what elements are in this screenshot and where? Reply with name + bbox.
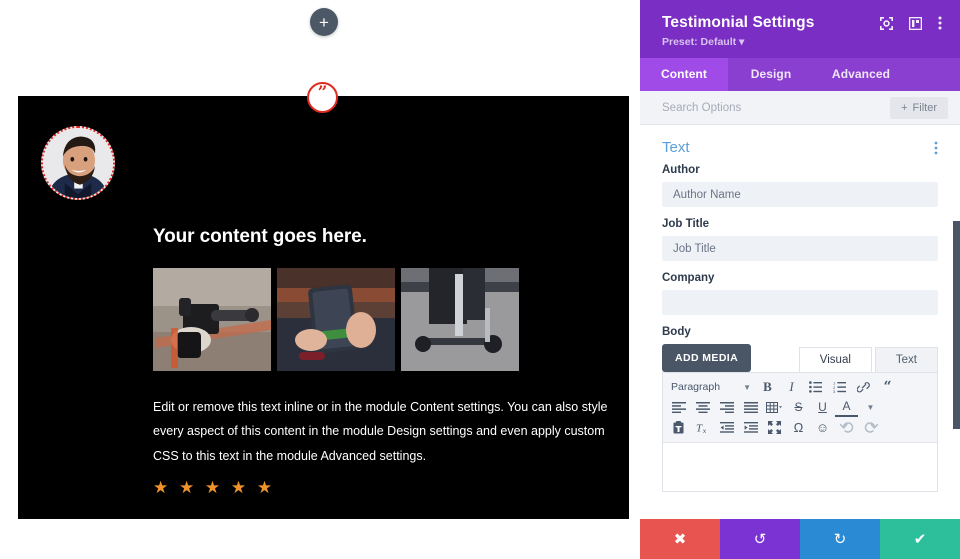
section-text-header: Text bbox=[662, 125, 938, 164]
testimonial-avatar[interactable] bbox=[41, 126, 115, 200]
field-job-title: Job Title bbox=[662, 218, 938, 261]
text-color-dropdown-icon[interactable]: ▼ bbox=[859, 397, 882, 417]
panel-header: Testimonial Settings Preset: Default ▾ bbox=[640, 0, 960, 58]
field-body-label: Body bbox=[662, 326, 691, 338]
testimonial-image-1[interactable] bbox=[153, 268, 271, 371]
kebab-menu-icon[interactable] bbox=[938, 16, 942, 30]
outdent-icon[interactable] bbox=[715, 417, 738, 437]
blockquote-icon[interactable]: “ bbox=[876, 377, 899, 397]
field-author-label: Author bbox=[662, 164, 700, 176]
search-input[interactable]: Search Options bbox=[662, 102, 741, 114]
job-title-input[interactable] bbox=[662, 236, 938, 261]
testimonial-star-rating: ★ ★ ★ ★ ★ bbox=[153, 478, 276, 498]
clear-formatting-icon[interactable]: Tx bbox=[691, 417, 714, 437]
align-right-icon[interactable] bbox=[715, 397, 738, 417]
layout-panel-icon[interactable] bbox=[909, 16, 922, 30]
text-color-icon[interactable]: A bbox=[835, 397, 858, 417]
editor-top-bar: ADD MEDIA Visual Text bbox=[662, 344, 938, 372]
panel-tabs: Content Design Advanced bbox=[640, 58, 960, 91]
preset-selector[interactable]: Preset: Default ▾ bbox=[662, 36, 942, 48]
svg-text:3: 3 bbox=[833, 389, 836, 393]
paste-as-text-icon[interactable] bbox=[667, 417, 690, 437]
editor-content-area[interactable] bbox=[663, 443, 937, 491]
focus-icon[interactable] bbox=[880, 16, 893, 30]
builder-canvas: + Your content goes here. Edit or remove… bbox=[0, 0, 640, 559]
field-job-title-label: Job Title bbox=[662, 218, 710, 230]
redo-button[interactable]: ↻ bbox=[800, 519, 880, 559]
align-center-icon[interactable] bbox=[691, 397, 714, 417]
format-select[interactable]: Paragraph ▼ bbox=[667, 377, 755, 397]
testimonial-content: Your content goes here. Edit or remove t… bbox=[153, 226, 633, 498]
undo-icon: ↺ bbox=[753, 531, 767, 548]
tab-visual[interactable]: Visual bbox=[798, 347, 872, 372]
toolbar-row-3: Tx Ω ☺ bbox=[667, 417, 933, 437]
svg-text:x: x bbox=[703, 429, 706, 434]
testimonial-body-text[interactable]: Edit or remove this text inline or in th… bbox=[153, 395, 625, 468]
panel-footer: ✖ ↺ ↻ ✔ bbox=[640, 519, 960, 559]
emoji-icon[interactable]: ☺ bbox=[811, 417, 834, 437]
svg-text:T: T bbox=[696, 422, 703, 433]
cancel-button[interactable]: ✖ bbox=[640, 519, 720, 559]
testimonial-image-2[interactable] bbox=[277, 268, 395, 371]
close-icon: ✖ bbox=[673, 531, 687, 548]
align-left-icon[interactable] bbox=[667, 397, 690, 417]
chevron-down-icon: ▼ bbox=[743, 382, 751, 392]
undo-button[interactable]: ↺ bbox=[720, 519, 800, 559]
tab-advanced[interactable]: Advanced bbox=[814, 58, 908, 91]
testimonial-heading[interactable]: Your content goes here. bbox=[153, 226, 633, 248]
strikethrough-icon[interactable]: S bbox=[787, 397, 810, 417]
table-icon[interactable] bbox=[763, 397, 786, 417]
add-media-button[interactable]: ADD MEDIA bbox=[662, 344, 752, 372]
testimonial-image-row bbox=[153, 268, 633, 371]
quote-mark-icon[interactable]: ” bbox=[307, 82, 338, 113]
field-company: Company bbox=[662, 272, 938, 315]
section-title[interactable]: Text bbox=[662, 139, 690, 156]
add-module-button[interactable]: + bbox=[310, 8, 338, 36]
check-icon: ✔ bbox=[913, 531, 927, 548]
rich-text-editor: Paragraph ▼ B I 123 “ S U A ▼ T x Ω ☺ bbox=[662, 372, 938, 492]
author-input[interactable] bbox=[662, 182, 938, 207]
undo-icon[interactable] bbox=[835, 417, 858, 437]
tab-text[interactable]: Text bbox=[874, 347, 938, 372]
search-options-bar: Search Options + Filter bbox=[640, 91, 960, 125]
section-menu-icon[interactable] bbox=[934, 141, 938, 155]
plus-icon: + bbox=[319, 12, 329, 32]
indent-icon[interactable] bbox=[739, 417, 762, 437]
redo-icon: ↻ bbox=[833, 531, 847, 548]
bulleted-list-icon[interactable] bbox=[804, 377, 827, 397]
testimonial-image-3[interactable] bbox=[401, 268, 519, 371]
field-company-label: Company bbox=[662, 272, 715, 284]
field-author: Author bbox=[662, 164, 938, 207]
company-input[interactable] bbox=[662, 290, 938, 315]
toolbar-row-1: Paragraph ▼ B I 123 “ bbox=[667, 377, 933, 397]
save-button[interactable]: ✔ bbox=[880, 519, 960, 559]
bold-icon[interactable]: B bbox=[756, 377, 779, 397]
panel-title: Testimonial Settings bbox=[662, 14, 815, 31]
italic-icon[interactable]: I bbox=[780, 377, 803, 397]
chevron-down-icon: ▾ bbox=[739, 36, 745, 48]
toolbar-row-2: S U A ▼ bbox=[667, 397, 933, 417]
testimonial-author-name[interactable]: Author Name bbox=[153, 549, 272, 559]
plus-icon: + bbox=[901, 101, 908, 114]
tab-content[interactable]: Content bbox=[640, 58, 728, 91]
panel-scrollbar[interactable] bbox=[953, 221, 960, 429]
redo-icon[interactable] bbox=[859, 417, 882, 437]
filter-label: Filter bbox=[912, 101, 937, 114]
link-icon[interactable] bbox=[852, 377, 875, 397]
filter-button[interactable]: + Filter bbox=[890, 96, 948, 119]
field-body: Body ADD MEDIA Visual Text Paragraph ▼ B… bbox=[662, 326, 938, 492]
numbered-list-icon[interactable]: 123 bbox=[828, 377, 851, 397]
fullscreen-icon[interactable] bbox=[763, 417, 786, 437]
editor-toolbar: Paragraph ▼ B I 123 “ S U A ▼ T x Ω ☺ bbox=[663, 373, 937, 443]
align-justify-icon[interactable] bbox=[739, 397, 762, 417]
special-character-icon[interactable]: Ω bbox=[787, 417, 810, 437]
panel-body: Text Author Job Title Company bbox=[640, 125, 960, 519]
settings-panel: Testimonial Settings Preset: Default ▾ C… bbox=[640, 0, 960, 559]
underline-icon[interactable]: U bbox=[811, 397, 834, 417]
tab-design[interactable]: Design bbox=[728, 58, 814, 91]
editor-mode-tabs: Visual Text bbox=[798, 347, 938, 372]
